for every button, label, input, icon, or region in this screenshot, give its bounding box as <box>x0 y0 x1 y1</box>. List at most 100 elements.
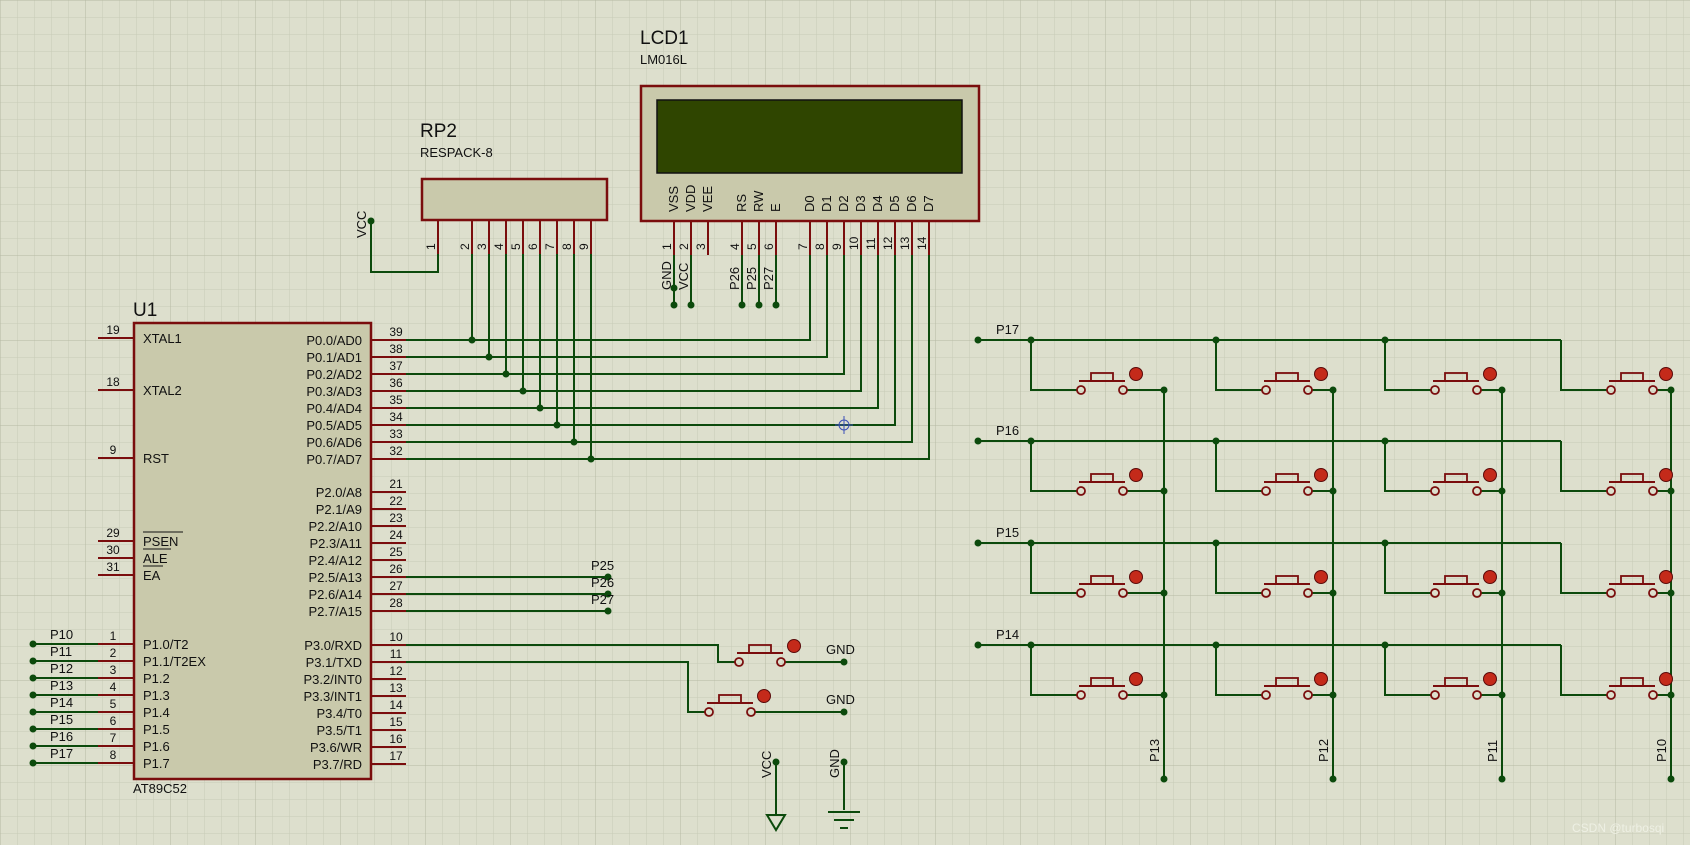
u1-pin-number: 13 <box>389 681 403 695</box>
p3-gnd-label: GND <box>826 692 855 707</box>
keypad-button-indicator <box>1314 672 1328 686</box>
keypad-button-indicator <box>1314 367 1328 381</box>
lcd-pin-number: 14 <box>915 236 929 250</box>
lcd-pin-name: D4 <box>870 195 885 212</box>
u1-ref-label: U1 <box>133 300 157 321</box>
lcd-terminal-dot <box>738 301 746 309</box>
keypad-col-terminal-dot <box>1160 775 1168 783</box>
lcd-pin-name: VSS <box>666 186 681 212</box>
u1-pin-number: 21 <box>389 477 403 491</box>
u1-pin-number: 3 <box>110 663 117 677</box>
port1-net-label: P14 <box>50 695 73 710</box>
keypad-button-indicator <box>1483 367 1497 381</box>
u1-pin-number: 14 <box>389 698 403 712</box>
u1-pin-number: 22 <box>389 494 403 508</box>
port2-net-label: P25 <box>591 558 614 573</box>
keypad-row-terminal-dot <box>974 539 982 547</box>
lcd-pin-number: 1 <box>660 243 674 250</box>
rp2-junction-dot <box>536 404 544 412</box>
port2-terminal-dot <box>604 607 612 615</box>
u1-pin-name: P3.3/INT1 <box>303 689 362 704</box>
vcc-power-label: VCC <box>759 751 774 778</box>
keypad-col-label: P10 <box>1654 739 1669 762</box>
u1-pin-name: P0.7/AD7 <box>306 452 362 467</box>
lcd-pin-name: D6 <box>904 195 919 212</box>
port1-net-label: P12 <box>50 661 73 676</box>
lcd-pin-name: RW <box>751 190 766 212</box>
u1-pin-number: 15 <box>389 715 403 729</box>
u1-pin-number: 35 <box>389 393 403 407</box>
rp2-junction-dot <box>587 455 595 463</box>
lcd-net-label: VCC <box>676 263 691 290</box>
u1-pin-name: P1.3 <box>143 688 170 703</box>
lcd-terminal-dot <box>670 301 678 309</box>
u1-pin-name: P2.0/A8 <box>316 485 362 500</box>
u1-pin-number: 18 <box>106 375 120 389</box>
u1-pin-name: P0.3/AD3 <box>306 384 362 399</box>
u1-pin-name: P2.7/A15 <box>309 604 363 619</box>
lcd-net-label: P27 <box>761 267 776 290</box>
port1-terminal-dot <box>29 691 37 699</box>
port1-terminal-dot <box>29 708 37 716</box>
u1-pin-number: 10 <box>389 630 403 644</box>
lcd-screen <box>656 99 963 174</box>
keypad-button-indicator <box>1659 468 1673 482</box>
lcd-pin-number: 11 <box>864 237 878 250</box>
u1-pin-name: P2.1/A9 <box>316 502 362 517</box>
rp2-pin-number: 8 <box>560 243 574 250</box>
u1-pin-number: 30 <box>106 543 120 557</box>
keypad-col-terminal-dot <box>1498 775 1506 783</box>
u1-pin-number: 23 <box>389 511 403 525</box>
u1-pin-number: 36 <box>389 376 403 390</box>
port1-net-label: P17 <box>50 746 73 761</box>
keypad-button-indicator <box>1129 468 1143 482</box>
u1-pin-number: 17 <box>389 749 403 763</box>
u1-pin-name: P2.2/A10 <box>309 519 363 534</box>
u1-pin-number: 28 <box>389 596 403 610</box>
u1-pin-number: 7 <box>110 731 117 745</box>
rp2-vcc-label: VCC <box>354 211 369 238</box>
rp2-pin-number: 9 <box>577 243 591 250</box>
keypad-row-label: P15 <box>996 525 1019 540</box>
p3-gnd-label: GND <box>826 642 855 657</box>
rp2-junction-dot <box>553 421 561 429</box>
lcd-pin-number: 8 <box>813 243 827 250</box>
u1-pin-name: P2.6/A14 <box>309 587 363 602</box>
port1-terminal-dot <box>29 674 37 682</box>
port1-net-label: P15 <box>50 712 73 727</box>
keypad-button-indicator <box>1483 570 1497 584</box>
u1-pin-number: 12 <box>389 664 403 678</box>
rp2-pin-number: 5 <box>509 243 523 250</box>
lcd-pin-name: D5 <box>887 195 902 212</box>
u1-pin-name: P0.1/AD1 <box>306 350 362 365</box>
u1-pin-number: 31 <box>106 560 120 574</box>
u1-pin-number: 2 <box>110 646 117 660</box>
p3-gnd-dot <box>840 708 848 716</box>
keypad-row-label: P16 <box>996 423 1019 438</box>
lcd-part-label: LM016L <box>640 52 687 67</box>
lcd-pin-number: 2 <box>677 243 691 250</box>
u1-pin-name: P3.7/RD <box>313 757 362 772</box>
port2-net-label: P27 <box>591 592 614 607</box>
port2-net-label: P26 <box>591 575 614 590</box>
keypad-button-indicator <box>1314 468 1328 482</box>
keypad-button-indicator <box>1659 367 1673 381</box>
u1-pin-name: XTAL1 <box>143 331 182 346</box>
schematic-canvas[interactable]: U1AT89C5219XTAL118XTAL29RST29PSEN30ALE31… <box>0 0 1690 845</box>
keypad-col-label: P13 <box>1147 739 1162 762</box>
u1-pin-name: P0.4/AD4 <box>306 401 362 416</box>
lcd-pin-name: VEE <box>700 186 715 212</box>
u1-pin-name: P0.0/AD0 <box>306 333 362 348</box>
lcd-pin-name: E <box>768 203 783 212</box>
u1-pin-number: 1 <box>110 629 117 643</box>
port1-terminal-dot <box>29 725 37 733</box>
u1-pin-number: 16 <box>389 732 403 746</box>
lcd-ref-label: LCD1 <box>640 28 689 49</box>
gnd-power-label: GND <box>827 749 842 778</box>
keypad-col-terminal-dot <box>1667 775 1675 783</box>
u1-pin-name: P0.6/AD6 <box>306 435 362 450</box>
u1-pin-name: P3.5/T1 <box>316 723 362 738</box>
keypad-button-indicator <box>1659 672 1673 686</box>
rp2-pin-number: 4 <box>492 243 506 250</box>
keypad-row-label: P14 <box>996 627 1019 642</box>
